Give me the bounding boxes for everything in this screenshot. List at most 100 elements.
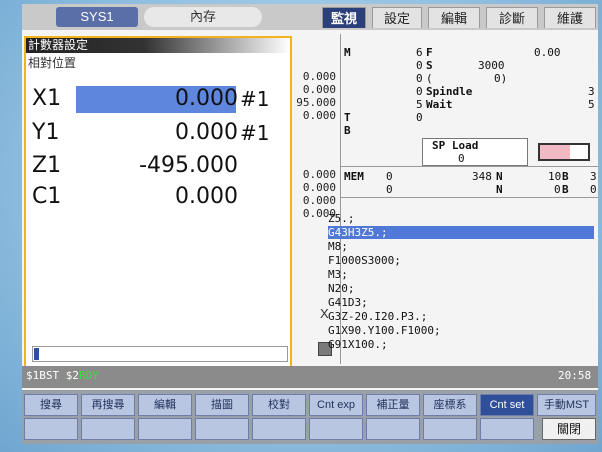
m-code-label: M <box>344 46 351 59</box>
program-line-current[interactable]: G43H3Z5.; <box>328 226 388 239</box>
spindle-speed-value: 3000 <box>478 59 505 72</box>
spindle-speed-label: S <box>426 59 433 72</box>
axis-value-x1[interactable]: 0.000 <box>78 86 238 111</box>
value-input[interactable] <box>32 346 288 362</box>
axis-name-y1[interactable]: Y1 <box>32 120 59 145</box>
seq-number-value: 348 <box>472 170 492 183</box>
softkey-blank[interactable] <box>309 418 363 440</box>
count-value: 0 <box>416 59 423 72</box>
program-line[interactable]: M8; <box>328 240 348 253</box>
n-label: N <box>496 183 503 196</box>
softkey-blank[interactable] <box>366 418 420 440</box>
mid-value: 95.000 <box>296 96 336 109</box>
status-left: $1BST $2RDY <box>26 369 99 382</box>
program-line[interactable]: F1000S3000; <box>328 254 401 267</box>
status-ready: RDY <box>78 369 99 382</box>
program-line[interactable]: G1X90.Y100.F1000; <box>328 324 441 337</box>
mem-counter-1: 0 <box>386 170 393 183</box>
feed-label: F <box>426 46 433 59</box>
block-value: 0 <box>554 183 561 196</box>
spindle-load-value: 0 <box>458 152 465 165</box>
b-code-label: B <box>344 124 351 137</box>
axis-value-y1[interactable]: 0.000 <box>78 120 238 145</box>
softkey-edit[interactable]: 編輯 <box>138 394 192 416</box>
mid-value: 0.000 <box>302 168 336 181</box>
count-value: 0 <box>416 85 423 98</box>
spindle-load-fill <box>540 145 570 159</box>
softkey-blank[interactable] <box>24 418 78 440</box>
feed-value: 0.00 <box>534 46 561 59</box>
softkey-blank[interactable] <box>252 418 306 440</box>
count-value: 0 <box>416 72 423 85</box>
program-line[interactable]: G91X100.; <box>328 338 388 351</box>
spindle-load-label: SP Load <box>432 139 479 152</box>
program-divider <box>340 197 598 198</box>
mid-value: 0.000 <box>302 194 336 207</box>
mem-label: MEM <box>344 170 364 183</box>
clock: 20:58 <box>558 369 592 382</box>
count-value: 5 <box>416 98 423 111</box>
panel-title: 計數器設定 <box>26 38 290 53</box>
axis-value-c1[interactable]: 0.000 <box>78 184 238 209</box>
counter-setting-panel: 計數器設定 相對位置 X1 0.000 #1 Y1 0.000 #1 Z1 -4… <box>24 36 292 368</box>
axis-suffix-y1: #1 <box>240 121 270 145</box>
status-text: $1BST $2 <box>26 369 79 382</box>
softkey-coordinate[interactable]: 座標系 <box>423 394 477 416</box>
count-value: 6 <box>416 46 423 59</box>
spindle-label: Spindle <box>426 85 473 98</box>
panel-subtitle: 相對位置 <box>28 56 77 70</box>
wait-value: 5 <box>588 98 595 111</box>
tab-edit[interactable]: 編輯 <box>428 7 480 28</box>
softkey-blank[interactable] <box>138 418 192 440</box>
block-value: 10 <box>548 170 562 183</box>
spindle-value: 3 <box>588 85 595 98</box>
program-line[interactable]: N20; <box>328 282 355 295</box>
paren-open: ( <box>426 72 433 85</box>
tab-maintenance[interactable]: 維護 <box>544 7 596 28</box>
softkey-cnt-set[interactable]: Cnt set <box>480 394 534 416</box>
program-line[interactable]: M3; <box>328 268 348 281</box>
axis-name-c1[interactable]: C1 <box>32 184 61 209</box>
axis-value-z1[interactable]: -495.000 <box>78 153 238 178</box>
softkey-trace[interactable]: 描圖 <box>195 394 249 416</box>
axis-name-z1[interactable]: Z1 <box>32 153 61 178</box>
softkey-cnt-exp[interactable]: Cnt exp <box>309 394 363 416</box>
mid-value: 0.000 <box>302 181 336 194</box>
axis-suffix-x1: #1 <box>240 87 270 111</box>
count-value: 0 <box>416 111 423 124</box>
softkey-offset[interactable]: 補正量 <box>366 394 420 416</box>
system-tab[interactable]: SYS1 <box>56 7 138 27</box>
tail-value: 3 <box>590 170 597 183</box>
tail-value: 0 <box>590 183 597 196</box>
tab-diagnosis[interactable]: 診斷 <box>486 7 538 28</box>
n-label: N <box>496 170 503 183</box>
program-line[interactable]: G41D3; <box>328 296 368 309</box>
mid-value: 0.000 <box>302 109 336 122</box>
b-label: B <box>562 183 569 196</box>
program-line[interactable]: G3Z-20.I20.P3.; <box>328 310 427 323</box>
softkey-blank[interactable] <box>195 418 249 440</box>
mem-counter-2: 0 <box>386 183 393 196</box>
axis-name-x1[interactable]: X1 <box>32 86 61 111</box>
memory-tab[interactable]: 內存 <box>144 7 262 27</box>
t-code-label: T <box>344 111 351 124</box>
softkey-search[interactable]: 搜尋 <box>24 394 78 416</box>
status-bar <box>22 366 598 388</box>
softkey-check[interactable]: 校對 <box>252 394 306 416</box>
tab-monitor[interactable]: 監視 <box>322 7 366 28</box>
b-label: B <box>562 170 569 183</box>
program-line[interactable]: Z5.; <box>328 212 355 225</box>
close-button[interactable]: 關閉 <box>542 418 596 440</box>
softkey-blank[interactable] <box>423 418 477 440</box>
tab-setup[interactable]: 設定 <box>372 7 422 28</box>
softkey-blank[interactable] <box>480 418 534 440</box>
mid-value: 0.000 <box>302 83 336 96</box>
cnc-screen: SYS1 內存 監視 設定 編輯 診斷 維護 計數器設定 相對位置 X1 0.0… <box>22 4 598 444</box>
paren-value: 0) <box>494 72 508 85</box>
input-caret <box>34 348 39 360</box>
section-divider <box>340 166 598 167</box>
softkey-manual-mst[interactable]: 手動MST <box>537 394 596 416</box>
softkey-blank[interactable] <box>81 418 135 440</box>
wait-label: Wait <box>426 98 453 111</box>
softkey-research[interactable]: 再搜尋 <box>81 394 135 416</box>
